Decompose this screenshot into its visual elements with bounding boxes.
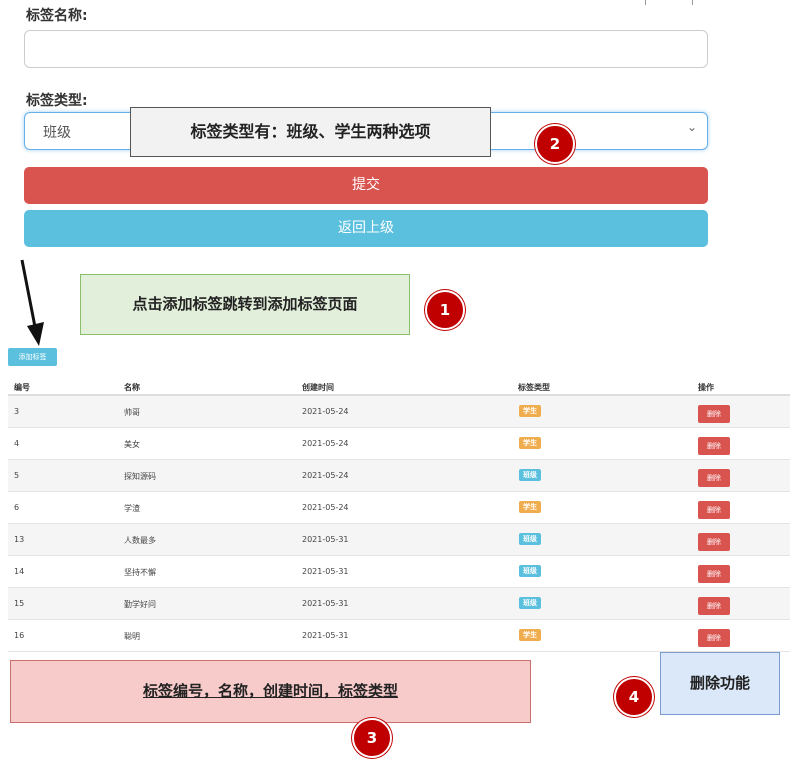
table-row: 13 人数最多 2021-05-31 班级 删除	[8, 524, 790, 556]
tag-type-badge: 学生	[519, 629, 541, 641]
cell-id: 15	[14, 599, 25, 608]
cell-name: 探知源码	[124, 472, 156, 481]
cell-name: 坚持不懈	[124, 568, 156, 577]
cell-id: 16	[14, 631, 25, 640]
table-header: 编号 名称 创建时间 标签类型 操作	[8, 376, 790, 396]
column-header-id: 编号	[14, 383, 30, 392]
cell-created: 2021-05-24	[302, 407, 349, 416]
table-row: 5 探知源码 2021-05-24 班级 删除	[8, 460, 790, 492]
cell-id: 4	[14, 439, 20, 448]
delete-button[interactable]: 删除	[698, 629, 730, 647]
tag-type-badge: 班级	[519, 565, 541, 577]
annotation-badge-4: 4	[614, 677, 654, 717]
cell-created: 2021-05-31	[302, 599, 349, 608]
cell-id: 5	[14, 471, 20, 480]
tag-type-badge: 学生	[519, 437, 541, 449]
table-row: 16 聪明 2021-05-31 学生 删除	[8, 620, 790, 652]
tag-type-selected-value: 班级	[43, 125, 71, 141]
tag-type-badge: 班级	[519, 469, 541, 481]
delete-button[interactable]: 删除	[698, 437, 730, 455]
table-row: 6 学渣 2021-05-24 学生 删除	[8, 492, 790, 524]
tag-type-badge: 学生	[519, 405, 541, 417]
tag-name-label: 标签名称:	[26, 8, 88, 24]
tag-type-badge: 学生	[519, 501, 541, 513]
delete-button[interactable]: 删除	[698, 565, 730, 583]
annotation-delete-note: 删除功能	[660, 652, 780, 715]
column-header-actions: 操作	[698, 383, 714, 392]
column-header-type: 标签类型	[518, 383, 550, 392]
cell-id: 6	[14, 503, 20, 512]
tag-name-input[interactable]	[24, 30, 708, 68]
cell-created: 2021-05-24	[302, 503, 349, 512]
cell-name: 勤学好问	[124, 600, 156, 609]
delete-button[interactable]: 删除	[698, 597, 730, 615]
table-row: 14 坚持不懈 2021-05-31 班级 删除	[8, 556, 790, 588]
annotation-badge-2: 2	[535, 124, 575, 164]
window-edge-mark	[692, 0, 693, 5]
submit-button[interactable]: 提交	[24, 167, 708, 204]
table-row: 4 美女 2021-05-24 学生 删除	[8, 428, 790, 460]
cell-created: 2021-05-24	[302, 439, 349, 448]
annotation-badge-3: 3	[352, 718, 392, 758]
window-edge-mark	[645, 0, 646, 5]
cell-name: 美女	[124, 440, 140, 449]
arrow-down-icon	[20, 259, 44, 346]
cell-created: 2021-05-31	[302, 567, 349, 576]
tag-type-badge: 班级	[519, 597, 541, 609]
cell-id: 14	[14, 567, 25, 576]
column-header-created: 创建时间	[302, 383, 334, 392]
cell-name: 学渣	[124, 504, 140, 513]
add-tag-button[interactable]: 添加标签	[8, 348, 57, 366]
table-row: 3 帅哥 2021-05-24 学生 删除	[8, 396, 790, 428]
annotation-tag-type-note: 标签类型有：班级、学生两种选项	[130, 107, 491, 157]
cell-name: 聪明	[124, 632, 140, 641]
cell-id: 3	[14, 407, 20, 416]
delete-button[interactable]: 删除	[698, 501, 730, 519]
cell-created: 2021-05-31	[302, 535, 349, 544]
table-body: 3 帅哥 2021-05-24 学生 删除 4 美女 2021-05-24 学生 删除 5 探知源码 2…	[8, 396, 790, 652]
chevron-down-icon: ⌄	[686, 120, 697, 134]
back-button[interactable]: 返回上级	[24, 210, 708, 247]
cell-name: 人数最多	[124, 536, 156, 545]
tag-type-label: 标签类型:	[26, 93, 88, 109]
cell-created: 2021-05-24	[302, 471, 349, 480]
cell-id: 13	[14, 535, 25, 544]
annotation-columns-note: 标签编号，名称，创建时间，标签类型	[10, 660, 531, 723]
table-row: 15 勤学好问 2021-05-31 班级 删除	[8, 588, 790, 620]
column-header-name: 名称	[124, 383, 140, 392]
tag-type-badge: 班级	[519, 533, 541, 545]
tag-table: 编号 名称 创建时间 标签类型 操作 3 帅哥 2021-05-24 学生 删除 4 美女 2…	[8, 376, 790, 652]
annotation-add-tag-note: 点击添加标签跳转到添加标签页面	[80, 274, 410, 335]
cell-name: 帅哥	[124, 408, 140, 417]
cell-created: 2021-05-31	[302, 631, 349, 640]
delete-button[interactable]: 删除	[698, 533, 730, 551]
delete-button[interactable]: 删除	[698, 469, 730, 487]
delete-button[interactable]: 删除	[698, 405, 730, 423]
annotation-badge-1: 1	[425, 290, 465, 330]
